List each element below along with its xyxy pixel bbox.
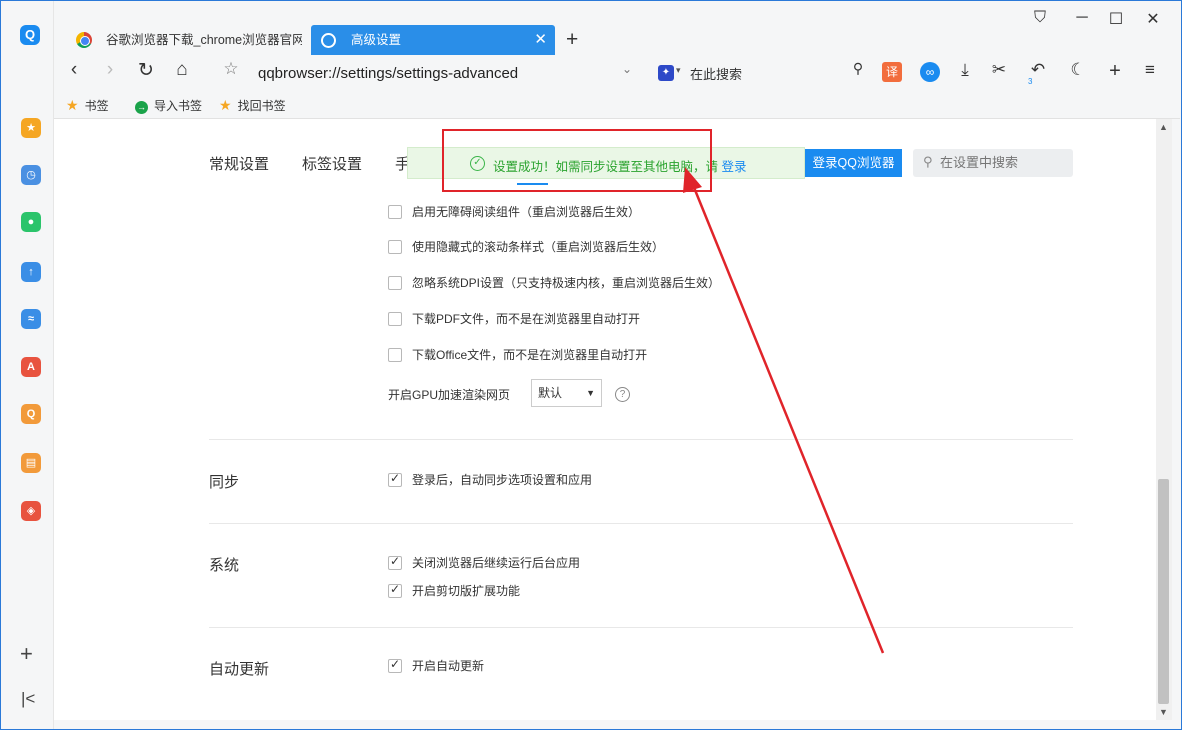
browser-window: Q ★ ◷ ● ↑ ≈ A Q ▤ ◈ + |< 谷歌浏览器下载_chrome浏… (0, 0, 1182, 730)
annotation-arrow (683, 167, 885, 654)
